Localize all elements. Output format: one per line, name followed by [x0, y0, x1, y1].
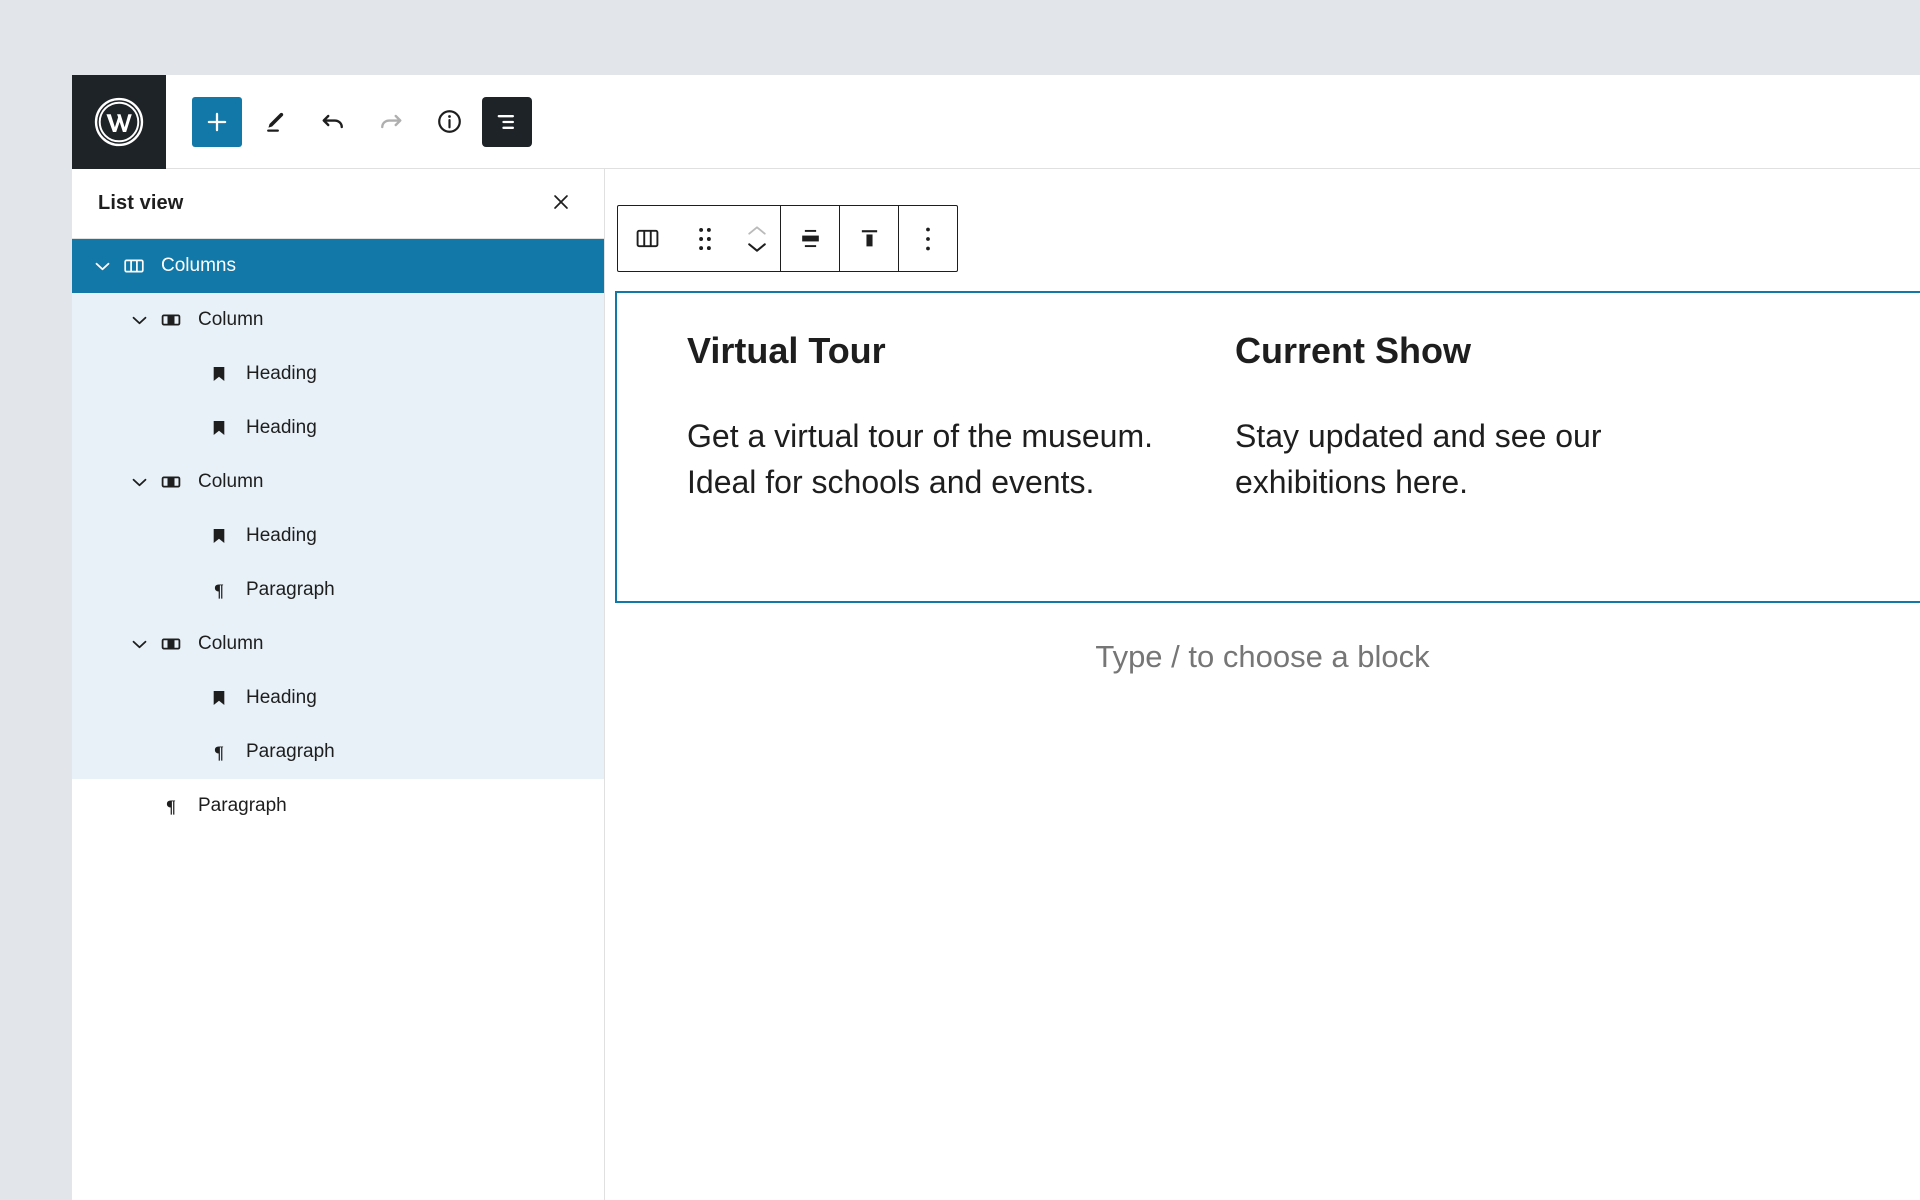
wordpress-logo-icon: [93, 96, 145, 148]
editor-canvas[interactable]: Virtual Tour Get a virtual tour of the mu…: [605, 169, 1920, 1200]
svg-text:¶: ¶: [214, 742, 224, 762]
vertical-align-top-button[interactable]: [840, 206, 898, 271]
editor-body: List view Columns Column Heading Heading: [72, 169, 1920, 1200]
editor-column-1[interactable]: Virtual Tour Get a virtual tour of the mu…: [687, 331, 1235, 601]
heading-icon: [202, 525, 236, 547]
columns-icon: [634, 225, 661, 252]
editor-column-heading[interactable]: Current Show: [1235, 331, 1713, 371]
list-view-row-label: Heading: [246, 417, 317, 438]
redo-button[interactable]: [366, 97, 416, 147]
align-top-icon: [856, 225, 883, 252]
list-view-row-label: Column: [198, 633, 264, 654]
top-bar-tools: [166, 96, 532, 147]
list-view-row-column-7[interactable]: Column: [72, 617, 604, 671]
list-view-row-column-1[interactable]: Column: [72, 293, 604, 347]
list-view-header: List view: [72, 169, 604, 239]
list-view-panel: List view Columns Column Heading Heading: [72, 169, 605, 1200]
chevron-up-icon: [746, 224, 768, 237]
paragraph-icon: ¶: [202, 579, 236, 601]
list-view-row-label: Columns: [161, 255, 236, 276]
empty-block-placeholder[interactable]: Type / to choose a block: [605, 639, 1920, 675]
close-list-view-button[interactable]: [544, 187, 578, 221]
editor-column-paragraph[interactable]: Stay updated and see our exhibitions her…: [1235, 413, 1713, 506]
heading-icon: [202, 363, 236, 385]
block-type-columns-button[interactable]: [618, 206, 676, 271]
list-view-icon: [493, 108, 521, 136]
editor-column-heading[interactable]: Virtual Tour: [687, 331, 1165, 371]
block-toolbar-group-align-middle: [781, 206, 840, 271]
list-view-row-label: Column: [198, 309, 264, 330]
pencil-icon: [261, 108, 289, 136]
drag-handle[interactable]: [676, 206, 734, 271]
chevron-down-icon[interactable]: [87, 261, 117, 272]
block-toolbar-group-more: [899, 206, 957, 271]
list-view-row-column-4[interactable]: Column: [72, 455, 604, 509]
heading-icon: [202, 687, 236, 709]
list-view-row-label: Paragraph: [246, 579, 335, 600]
columns-inner: Virtual Tour Get a virtual tour of the mu…: [617, 293, 1920, 601]
editor-top-bar: [72, 75, 1920, 169]
details-button[interactable]: [424, 97, 474, 147]
columns-block-selected[interactable]: Virtual Tour Get a virtual tour of the mu…: [615, 291, 1920, 603]
list-view-row-paragraph-10[interactable]: ¶ Paragraph: [72, 779, 604, 833]
list-view-row-label: Heading: [246, 525, 317, 546]
list-view-row-label: Heading: [246, 687, 317, 708]
info-circle-icon: [435, 107, 464, 136]
paragraph-icon: ¶: [154, 795, 188, 817]
column-icon: [154, 308, 188, 332]
chevron-down-icon: [746, 241, 768, 254]
svg-text:¶: ¶: [214, 580, 224, 600]
list-view-row-heading-3[interactable]: Heading: [72, 401, 604, 455]
list-view-row-label: Paragraph: [198, 795, 287, 816]
undo-button[interactable]: [308, 97, 358, 147]
column-icon: [154, 632, 188, 656]
list-view-row-label: Paragraph: [246, 741, 335, 762]
wordpress-logo-button[interactable]: [72, 75, 166, 169]
undo-arrow-icon: [318, 107, 348, 137]
columns-icon: [117, 254, 151, 278]
list-view-row-heading-8[interactable]: Heading: [72, 671, 604, 725]
block-list-tree: Columns Column Heading Heading Column He…: [72, 239, 604, 1200]
vertical-align-center-button[interactable]: [781, 206, 839, 271]
three-dots-vertical-icon: [924, 226, 932, 252]
list-view-row-heading-2[interactable]: Heading: [72, 347, 604, 401]
list-view-row-label: Heading: [246, 363, 317, 384]
block-toolbar-group-block: [618, 206, 781, 271]
chevron-down-icon[interactable]: [124, 315, 154, 326]
chevron-down-icon[interactable]: [124, 639, 154, 650]
move-up-down-button[interactable]: [734, 206, 780, 271]
paragraph-icon: ¶: [202, 741, 236, 763]
redo-arrow-icon: [376, 107, 406, 137]
more-options-button[interactable]: [899, 206, 957, 271]
heading-icon: [202, 417, 236, 439]
edit-tool-button[interactable]: [250, 97, 300, 147]
align-middle-icon: [797, 225, 824, 252]
editor-column-paragraph[interactable]: Get a virtual tour of the museum. Ideal …: [687, 413, 1165, 506]
block-toolbar-group-align-top: [840, 206, 899, 271]
chevron-down-icon[interactable]: [124, 477, 154, 488]
list-view-title: List view: [98, 192, 184, 214]
list-view-toggle[interactable]: [482, 96, 532, 147]
list-view-row-columns-0[interactable]: Columns: [72, 239, 604, 293]
close-icon: [550, 191, 572, 216]
block-toolbar: [617, 205, 958, 272]
list-view-row-heading-5[interactable]: Heading: [72, 509, 604, 563]
svg-text:¶: ¶: [166, 796, 176, 816]
editor-column-2[interactable]: Current Show Stay updated and see our exh…: [1235, 331, 1783, 601]
six-dots-drag-icon: [696, 226, 714, 252]
list-view-row-label: Column: [198, 471, 264, 492]
wordpress-block-editor: List view Columns Column Heading Heading: [72, 75, 1920, 1200]
add-block-button[interactable]: [192, 96, 242, 147]
list-view-row-paragraph-9[interactable]: ¶ Paragraph: [72, 725, 604, 779]
list-view-row-paragraph-6[interactable]: ¶ Paragraph: [72, 563, 604, 617]
column-icon: [154, 470, 188, 494]
